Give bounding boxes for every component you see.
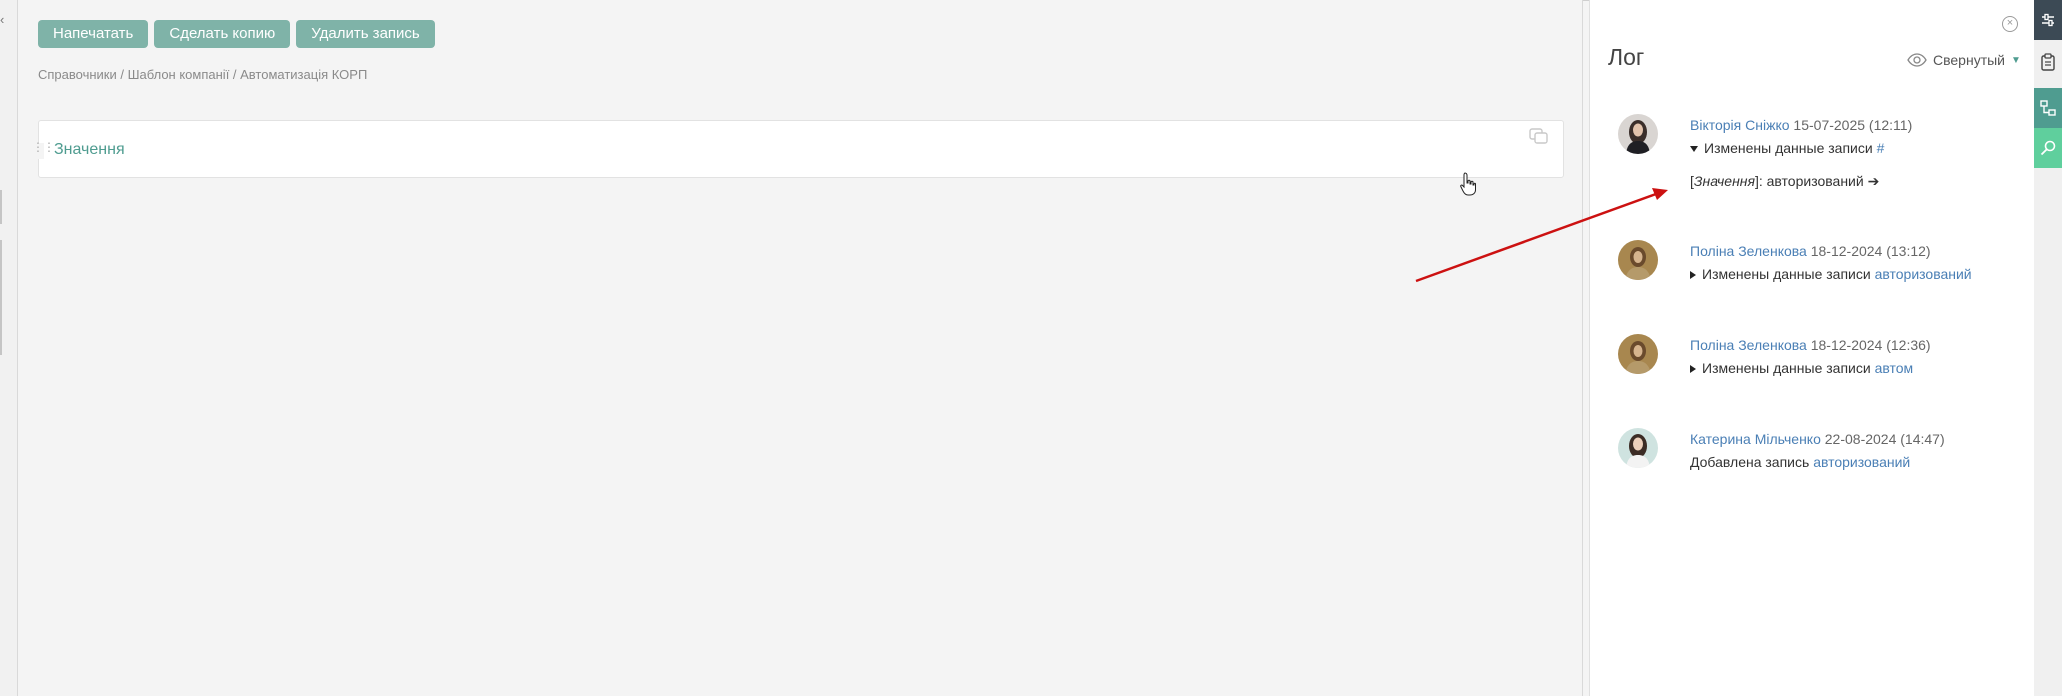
log-action: Добавлена запись xyxy=(1690,454,1810,470)
log-view-toggle[interactable]: Свернутый ▼ xyxy=(1907,52,2021,68)
avatar xyxy=(1618,114,1658,154)
log-author[interactable]: Катерина Мільченко xyxy=(1690,431,1821,447)
avatar xyxy=(1618,428,1658,468)
log-value-link[interactable]: автом xyxy=(1875,360,1914,376)
field-card[interactable]: ⋮⋮ Значення xyxy=(32,120,1564,178)
record-toolbar: Напечатать Сделать копию Удалить запись xyxy=(38,20,435,48)
print-button[interactable]: Напечатать xyxy=(38,20,149,48)
log-value-link[interactable]: авторизований xyxy=(1813,454,1910,470)
collapse-caret-icon[interactable] xyxy=(1690,146,1698,153)
left-collapsed-panel[interactable]: ‹ xyxy=(0,0,18,696)
copy-button[interactable]: Сделать копию xyxy=(154,20,291,48)
log-date: 22-08-2024 (14:47) xyxy=(1824,431,1945,447)
chevron-down-icon: ▼ xyxy=(2011,54,2021,66)
expand-caret-icon[interactable] xyxy=(1690,271,1696,280)
breadcrumb[interactable]: Справочники / Шаблон компанії / Автомати… xyxy=(38,67,367,82)
log-date: 18-12-2024 (12:36) xyxy=(1810,337,1931,353)
sliders-icon xyxy=(2042,13,2054,27)
tool-clipboard-button[interactable] xyxy=(2034,42,2062,82)
log-view-label: Свернутый xyxy=(1933,52,2005,68)
eye-icon xyxy=(1907,53,1927,67)
right-tool-bar xyxy=(2034,0,2062,696)
avatar xyxy=(1618,334,1658,374)
tool-structure-button[interactable] xyxy=(2034,88,2062,128)
log-value-link[interactable]: # xyxy=(1877,140,1885,156)
log-change-detail: [Значення]: авторизований ➔ xyxy=(1690,173,1880,189)
log-detail-value: : авторизований ➔ xyxy=(1758,173,1880,189)
log-action: Изменены данные записи xyxy=(1702,266,1871,282)
log-detail-field: Значення xyxy=(1693,173,1755,189)
search-icon xyxy=(2040,140,2056,156)
log-action: Изменены данные записи xyxy=(1704,140,1873,156)
comments-icon[interactable] xyxy=(1529,128,1549,151)
log-date: 15-07-2025 (12:11) xyxy=(1793,117,1913,133)
expand-caret-icon[interactable] xyxy=(1690,365,1696,374)
log-author[interactable]: Поліна Зеленкова xyxy=(1690,337,1807,353)
tool-search-button[interactable] xyxy=(2034,128,2062,168)
hierarchy-icon xyxy=(2040,100,2056,116)
chevron-left-icon[interactable]: ‹ xyxy=(0,12,4,27)
log-value-link[interactable]: авторизований xyxy=(1875,266,1972,282)
delete-record-button[interactable]: Удалить запись xyxy=(296,20,435,48)
avatar xyxy=(1618,240,1658,280)
log-panel: × Лог Свернутый ▼ Вікторія Сніжко 15-07-… xyxy=(1589,0,2035,696)
scroll-mark xyxy=(0,190,2,224)
log-author[interactable]: Поліна Зеленкова xyxy=(1690,243,1807,259)
log-date: 18-12-2024 (13:12) xyxy=(1810,243,1931,259)
log-title: Лог xyxy=(1608,44,1645,70)
log-author[interactable]: Вікторія Сніжко xyxy=(1690,117,1790,133)
tool-settings-button[interactable] xyxy=(2034,0,2062,40)
close-icon[interactable]: × xyxy=(2002,16,2018,32)
hand-cursor-icon xyxy=(1460,172,1476,201)
field-label: Значення xyxy=(54,141,125,158)
record-main-area: Напечатать Сделать копию Удалить запись … xyxy=(18,0,1583,696)
scroll-mark xyxy=(0,240,2,355)
log-action: Изменены данные записи xyxy=(1702,360,1871,376)
clipboard-icon xyxy=(2041,53,2055,71)
drag-handle-icon[interactable]: ⋮⋮ xyxy=(32,141,55,159)
